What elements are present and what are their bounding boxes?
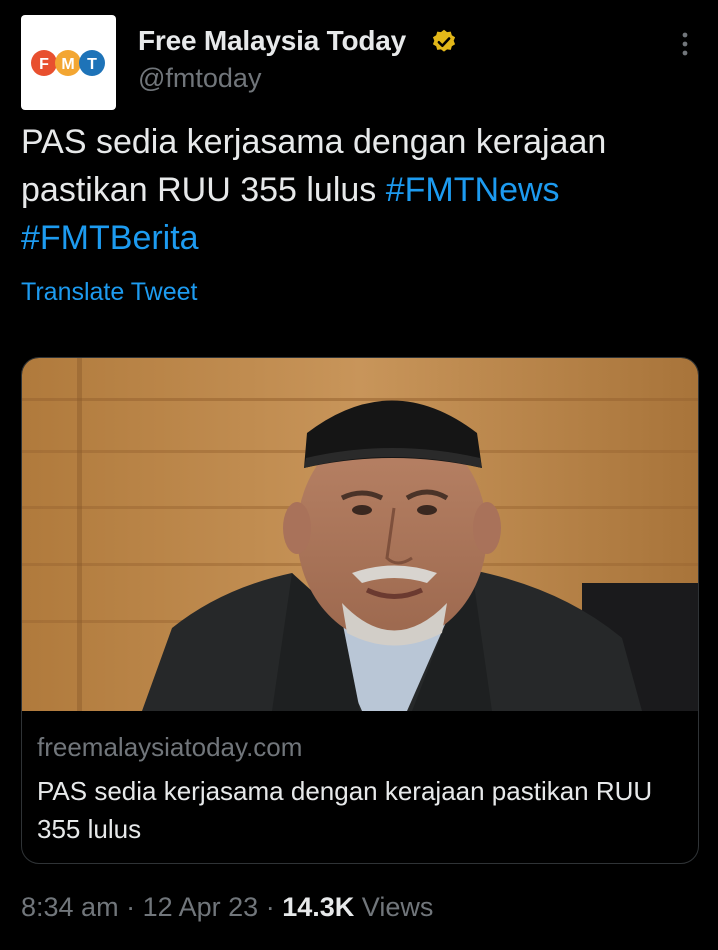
tweet-meta: 8:34 am · 12 Apr 23 · 14.3K Views — [21, 892, 433, 923]
more-options-icon[interactable] — [675, 30, 695, 58]
logo-letter-f: F — [39, 56, 49, 73]
fmt-logo: F M T — [31, 50, 105, 76]
article-photo — [22, 358, 698, 711]
logo-letter-m: M — [61, 56, 74, 73]
views-count[interactable]: 14.3K — [282, 892, 354, 922]
logo-letter-t: T — [87, 56, 97, 73]
verified-badge-icon[interactable] — [430, 28, 458, 56]
avatar[interactable]: F M T — [21, 15, 116, 110]
tweet-date[interactable]: 12 Apr 23 — [143, 892, 259, 922]
meta-separator: · — [126, 892, 136, 922]
translate-tweet-link[interactable]: Translate Tweet — [21, 278, 197, 307]
card-title: PAS sedia kerjasama dengan kerajaan past… — [37, 776, 653, 844]
tweet-text: PAS sedia kerjasama dengan kerajaan past… — [21, 118, 691, 262]
handle[interactable]: @fmtoday — [138, 63, 261, 94]
meta-separator: · — [265, 892, 275, 922]
views-label: Views — [361, 892, 434, 922]
tweet-time[interactable]: 8:34 am — [21, 892, 119, 922]
hashtag-fmtnews[interactable]: #FMTNews — [386, 171, 560, 209]
display-name[interactable]: Free Malaysia Today — [138, 25, 406, 57]
link-card[interactable]: freemalaysiatoday.com PAS sedia kerjasam… — [21, 357, 699, 864]
hashtag-fmtberita[interactable]: #FMTBerita — [21, 219, 199, 257]
card-domain: freemalaysiatoday.com — [37, 732, 303, 762]
